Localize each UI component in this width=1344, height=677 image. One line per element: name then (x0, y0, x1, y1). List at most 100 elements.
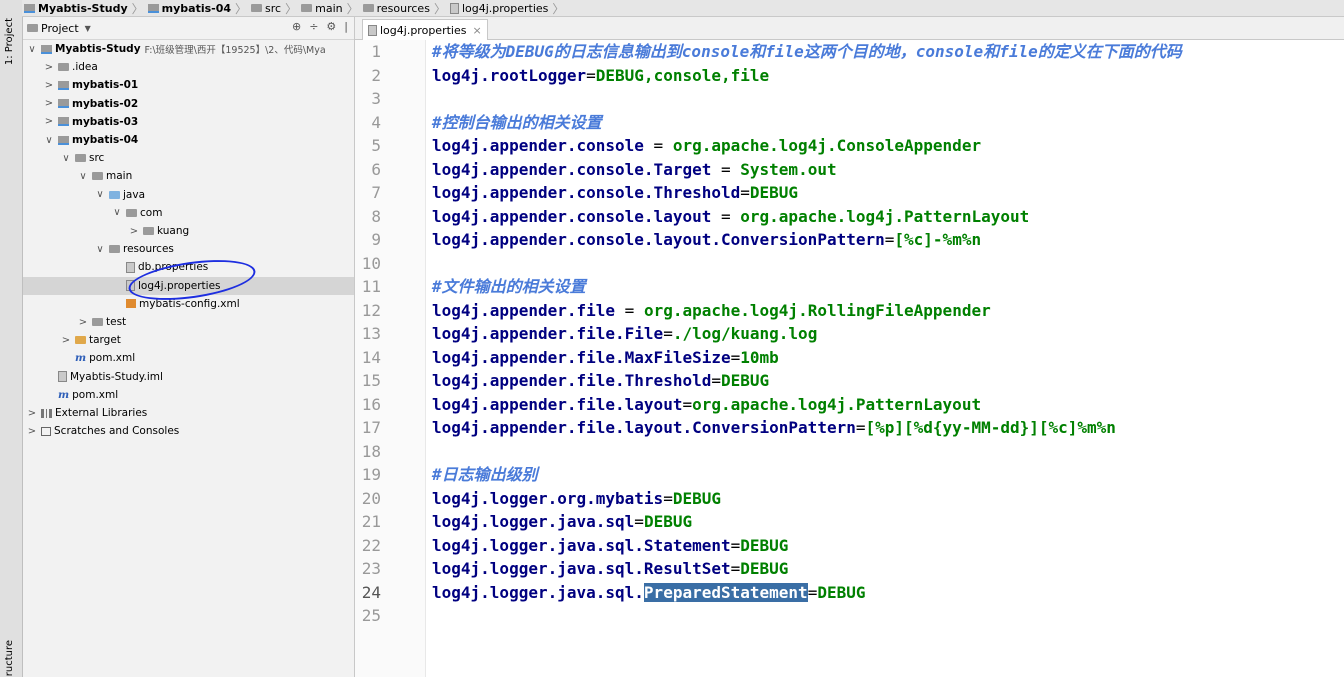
property-separator: = (634, 512, 644, 531)
code-line[interactable]: log4j.appender.console.layout = org.apac… (432, 205, 1029, 228)
tree-item[interactable]: ∨ java (23, 186, 354, 204)
chevron-right-icon[interactable]: > (27, 408, 37, 419)
chevron-right-icon[interactable]: > (78, 317, 88, 328)
code-line[interactable]: log4j.logger.org.mybatis=DEBUG (432, 487, 721, 510)
tree-item[interactable]: m pom.xml (23, 386, 354, 404)
code-line[interactable]: #控制台输出的相关设置 (432, 111, 602, 134)
code-line[interactable]: log4j.appender.file.layout=org.apache.lo… (432, 393, 981, 416)
chevron-down-icon[interactable]: ∨ (112, 207, 122, 218)
line-number[interactable]: 16 (362, 395, 381, 414)
collapse-all-icon[interactable]: ÷ (309, 20, 318, 33)
line-number[interactable]: 7 (371, 183, 381, 202)
chevron-right-icon[interactable]: > (44, 98, 54, 109)
chevron-down-icon[interactable]: ∨ (95, 189, 105, 200)
line-number[interactable]: 2 (371, 66, 381, 85)
line-number[interactable]: 14 (362, 348, 381, 367)
line-number[interactable]: 8 (371, 207, 381, 226)
line-number[interactable]: 1 (371, 42, 381, 61)
tree-item[interactable]: ∨ com (23, 204, 354, 222)
chevron-right-icon[interactable]: > (44, 116, 54, 127)
code-line[interactable]: #日志输出级别 (432, 463, 538, 486)
chevron-down-icon[interactable]: ∨ (61, 153, 71, 164)
chevron-down-icon[interactable]: ∨ (44, 135, 54, 146)
chevron-down-icon[interactable]: ∨ (78, 171, 88, 182)
line-number[interactable]: 10 (362, 254, 381, 273)
chevron-down-icon[interactable]: ▼ (85, 24, 91, 33)
line-number[interactable]: 9 (371, 230, 381, 249)
code-line[interactable]: log4j.logger.java.sql.Statement=DEBUG (432, 534, 788, 557)
line-number[interactable]: 12 (362, 301, 381, 320)
code-line[interactable]: log4j.appender.console = org.apache.log4… (432, 134, 981, 157)
code-line[interactable]: log4j.appender.file.MaxFileSize=10mb (432, 346, 779, 369)
line-number[interactable]: 6 (371, 160, 381, 179)
code-line[interactable]: log4j.appender.file = org.apache.log4j.R… (432, 299, 991, 322)
code-line[interactable]: log4j.appender.console.Target = System.o… (432, 158, 837, 181)
code-line[interactable]: log4j.rootLogger=DEBUG,console,file (432, 64, 769, 87)
tree-item[interactable]: > .idea (23, 58, 354, 76)
line-number[interactable]: 13 (362, 324, 381, 343)
tree-item[interactable]: ∨ Myabtis-Study F:\班级管理\西开【19525】\2、代码\My… (23, 40, 354, 58)
tree-item[interactable]: Myabtis-Study.iml (23, 368, 354, 386)
line-number[interactable]: 11 (362, 277, 381, 296)
breadcrumb-item-file[interactable]: log4j.properties (448, 0, 550, 16)
chevron-down-icon[interactable]: ∨ (95, 244, 105, 255)
tree-item[interactable]: ∨ mybatis-04 (23, 131, 354, 149)
code-line[interactable]: log4j.appender.console.Threshold=DEBUG (432, 181, 798, 204)
chevron-down-icon[interactable]: ∨ (27, 44, 37, 55)
line-number[interactable]: 23 (362, 559, 381, 578)
line-number[interactable]: 17 (362, 418, 381, 437)
tree-item[interactable]: > kuang (23, 222, 354, 240)
tab-log4j-properties[interactable]: log4j.properties × (362, 19, 488, 40)
line-number[interactable]: 15 (362, 371, 381, 390)
tree-item[interactable]: > mybatis-03 (23, 113, 354, 131)
tree-item[interactable]: > target (23, 331, 354, 349)
locate-file-icon[interactable]: ⊕ (292, 20, 301, 33)
breadcrumb-item-main[interactable]: main (299, 0, 344, 16)
code-line[interactable]: log4j.appender.console.layout.Conversion… (432, 228, 981, 251)
breadcrumb-item-src[interactable]: src (249, 0, 283, 16)
code-line[interactable]: #将等级为DEBUG的日志信息输出到console和file这两个目的地，con… (432, 40, 1182, 63)
tree-item-label: mybatis-02 (72, 97, 139, 110)
code-line[interactable]: log4j.logger.java.sql=DEBUG (432, 510, 692, 533)
close-icon[interactable]: × (472, 24, 481, 37)
gear-icon[interactable]: ⚙ (326, 20, 336, 33)
tree-item[interactable]: ∨ resources (23, 240, 354, 258)
tree-item[interactable]: > test (23, 313, 354, 331)
code-line[interactable]: log4j.appender.file.File=./log/kuang.log (432, 322, 817, 345)
line-number[interactable]: 19 (362, 465, 381, 484)
chevron-right-icon[interactable]: > (61, 335, 71, 346)
hide-panel-icon[interactable]: | (344, 20, 348, 33)
line-number[interactable]: 25 (362, 606, 381, 625)
chevron-right-icon[interactable]: > (44, 80, 54, 91)
line-number[interactable]: 3 (371, 89, 381, 108)
code-line[interactable]: log4j.logger.java.sql.PreparedStatement=… (432, 581, 866, 604)
structure-tool-tab[interactable]: ructure (4, 640, 15, 676)
tree-item[interactable]: m pom.xml (23, 349, 354, 367)
chevron-right-icon[interactable]: > (27, 426, 37, 437)
line-number[interactable]: 24 (362, 583, 381, 602)
breadcrumb-item-module[interactable]: mybatis-04 (146, 0, 233, 16)
tree-item[interactable]: ∨ main (23, 167, 354, 185)
breadcrumb-item-project[interactable]: Myabtis-Study (22, 0, 130, 16)
tree-item[interactable]: > mybatis-01 (23, 76, 354, 94)
line-number[interactable]: 21 (362, 512, 381, 531)
code-line[interactable]: log4j.appender.file.layout.ConversionPat… (432, 416, 1116, 439)
line-number[interactable]: 5 (371, 136, 381, 155)
chevron-right-icon[interactable]: > (44, 62, 54, 73)
line-number[interactable]: 4 (371, 113, 381, 132)
project-tool-tab[interactable]: 1: Project (4, 18, 15, 65)
project-view-selector[interactable]: Project (41, 22, 79, 35)
property-separator: = (884, 230, 895, 249)
tree-item[interactable]: > mybatis-02 (23, 95, 354, 113)
tree-item[interactable]: > Scratches and Consoles (23, 422, 354, 440)
code-line[interactable]: log4j.appender.file.Threshold=DEBUG (432, 369, 769, 392)
tree-item[interactable]: ∨ src (23, 149, 354, 167)
line-number[interactable]: 22 (362, 536, 381, 555)
breadcrumb-item-resources[interactable]: resources (361, 0, 432, 16)
code-line[interactable]: #文件输出的相关设置 (432, 275, 586, 298)
code-line[interactable]: log4j.logger.java.sql.ResultSet=DEBUG (432, 557, 788, 580)
line-number[interactable]: 20 (362, 489, 381, 508)
chevron-right-icon[interactable]: > (129, 226, 139, 237)
line-number[interactable]: 18 (362, 442, 381, 461)
tree-item[interactable]: > External Libraries (23, 404, 354, 422)
